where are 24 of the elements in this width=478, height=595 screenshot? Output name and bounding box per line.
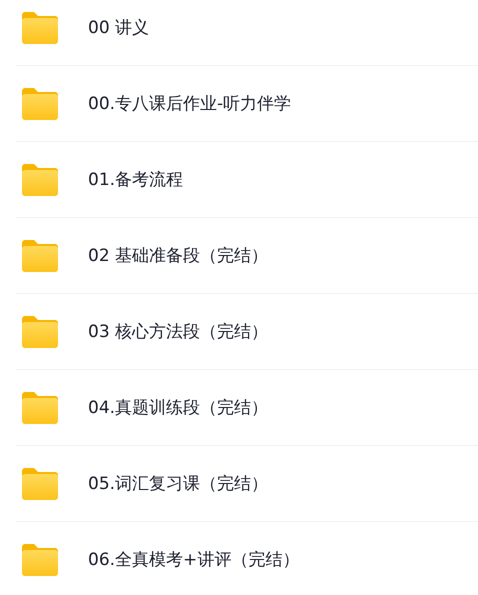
folder-name: 02 基础准备段（完结） — [88, 245, 268, 267]
folder-icon — [22, 164, 58, 196]
folder-row[interactable]: 02 基础准备段（完结） — [16, 218, 478, 294]
folder-row[interactable]: 03 核心方法段（完结） — [16, 294, 478, 370]
folder-name: 01.备考流程 — [88, 169, 184, 191]
folder-name: 00.专八课后作业-听力伴学 — [88, 93, 292, 115]
folder-row[interactable]: 00.专八课后作业-听力伴学 — [16, 66, 478, 142]
folder-icon — [22, 392, 58, 424]
folder-row[interactable]: 01.备考流程 — [16, 142, 478, 218]
folder-row[interactable]: 06.全真模考+讲评（完结） — [16, 522, 478, 595]
folder-icon — [22, 12, 58, 44]
folder-name: 05.词汇复习课（完结） — [88, 473, 268, 495]
folder-name: 00 讲义 — [88, 17, 150, 39]
folder-icon — [22, 316, 58, 348]
folder-icon — [22, 240, 58, 272]
folder-icon — [22, 468, 58, 500]
folder-row[interactable]: 05.词汇复习课（完结） — [16, 446, 478, 522]
folder-icon — [22, 544, 58, 576]
folder-name: 06.全真模考+讲评（完结） — [88, 549, 300, 571]
folder-name: 04.真题训练段（完结） — [88, 397, 268, 419]
folder-icon — [22, 88, 58, 120]
folder-row[interactable]: 04.真题训练段（完结） — [16, 370, 478, 446]
folder-name: 03 核心方法段（完结） — [88, 321, 268, 343]
folder-row[interactable]: 00 讲义 — [16, 0, 478, 66]
